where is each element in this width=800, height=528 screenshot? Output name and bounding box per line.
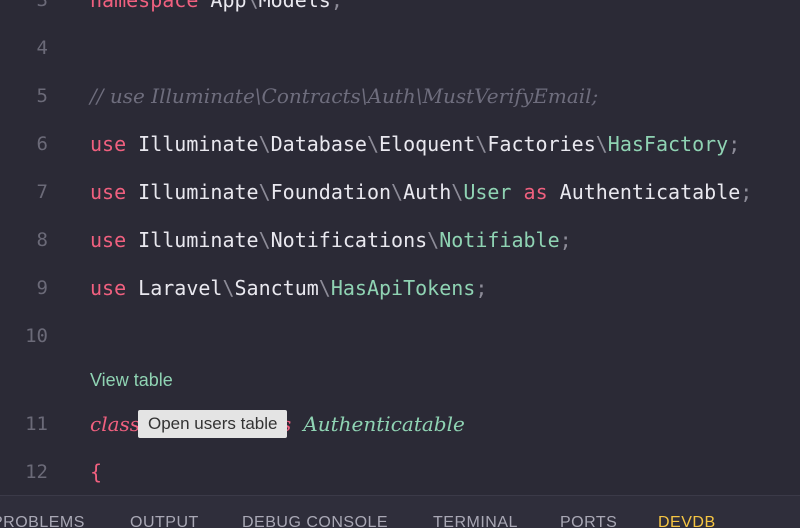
code-token: \ xyxy=(475,132,488,156)
panel-tab-devdb[interactable]: DEVDB xyxy=(658,513,716,528)
code-token: \ xyxy=(258,132,271,156)
panel-tab-bar: PROBLEMS OUTPUT DEBUG CONSOLE TERMINAL PORTS… xyxy=(0,495,800,528)
code-token: use xyxy=(90,132,127,156)
code-token: Foundation xyxy=(270,180,392,204)
code-token: HasFactory xyxy=(607,132,729,156)
code-line[interactable]: 4 xyxy=(0,24,800,72)
panel-tab-debug-console[interactable]: DEBUG CONSOLE xyxy=(242,513,388,528)
code-editor[interactable]: 3 namespace App\Models; 4 5// use Illuminat… xyxy=(0,0,800,495)
code-line[interactable]: 7 use Illuminate\Foundation\Auth\User as … xyxy=(0,168,800,216)
code-token: ; xyxy=(559,228,572,252)
code-token: \ xyxy=(222,276,235,300)
line-code[interactable]: namespace App\Models; xyxy=(90,0,343,24)
line-number: 10 xyxy=(25,325,48,347)
panel-tab-output[interactable]: OUTPUT xyxy=(130,513,199,528)
code-token: Auth xyxy=(403,180,452,204)
code-token: \ xyxy=(391,180,404,204)
line-number: 5 xyxy=(36,85,48,107)
panel-tab-problems[interactable]: PROBLEMS xyxy=(0,513,85,528)
panel-tab-terminal[interactable]: TERMINAL xyxy=(433,513,518,528)
code-line[interactable]: 5 // use Illuminate\Contracts\Auth\MustVe… xyxy=(0,72,800,120)
code-token: Models xyxy=(258,0,331,12)
code-token: { xyxy=(90,460,103,484)
code-token: Illuminate xyxy=(126,228,259,252)
code-token: ; xyxy=(475,276,488,300)
code-token: Notifiable xyxy=(439,228,560,252)
line-code[interactable]: // use Illuminate\Contracts\Auth\MustVer… xyxy=(90,72,598,120)
code-token: Laravel xyxy=(126,276,223,300)
line-number: 3 xyxy=(36,0,48,11)
code-token: ; xyxy=(740,180,753,204)
code-token: Illuminate xyxy=(126,180,259,204)
code-token: class xyxy=(90,412,141,436)
code-line[interactable]: 9 use Laravel\Sanctum\HasApiTokens; xyxy=(0,264,800,312)
line-code[interactable]: { xyxy=(90,448,102,495)
code-token: \ xyxy=(451,180,464,204)
code-line[interactable]: 3 namespace App\Models; xyxy=(0,0,800,24)
code-token: Illuminate xyxy=(126,132,259,156)
tooltip: Open users table xyxy=(138,410,288,438)
code-token: \ xyxy=(366,132,379,156)
code-token: use xyxy=(90,228,127,252)
code-line[interactable]: 10 xyxy=(0,312,800,360)
line-number: 6 xyxy=(36,133,48,155)
code-token: Database xyxy=(270,132,367,156)
code-token: \ xyxy=(258,180,271,204)
code-token: \ xyxy=(258,228,271,252)
code-token: Eloquent xyxy=(379,132,476,156)
code-token: \ xyxy=(427,228,440,252)
code-token: HasApiTokens xyxy=(330,276,476,300)
code-token: Notifications xyxy=(270,228,428,252)
code-line[interactable]: 11class User extends Authenticatable xyxy=(0,400,800,448)
code-line[interactable]: 6 use Illuminate\Database\Eloquent\Factor… xyxy=(0,120,800,168)
code-token: Authenticatable xyxy=(303,412,465,436)
line-number: 7 xyxy=(36,181,48,203)
code-token: ; xyxy=(728,132,741,156)
code-token: User xyxy=(463,180,512,204)
code-token: use xyxy=(90,276,127,300)
line-number: 9 xyxy=(36,277,48,299)
code-token: \ xyxy=(246,0,259,12)
line-code[interactable]: use Laravel\Sanctum\HasApiTokens; xyxy=(90,264,487,312)
code-line[interactable]: 12 { xyxy=(0,448,800,495)
code-token: \ xyxy=(595,132,608,156)
line-number: 12 xyxy=(25,461,48,483)
line-number: 4 xyxy=(36,37,48,59)
code-token: ; xyxy=(330,0,343,12)
view-table-codelens[interactable]: View table xyxy=(90,366,173,394)
code-token: \ xyxy=(318,276,331,300)
line-code[interactable]: use Illuminate\Database\Eloquent\Factori… xyxy=(90,120,740,168)
line-number: 8 xyxy=(36,229,48,251)
line-code[interactable]: use Illuminate\Foundation\Auth\User as A… xyxy=(90,168,752,216)
code-token: namespace xyxy=(90,0,199,12)
code-line[interactable]: 8 use Illuminate\Notifications\Notifiable… xyxy=(0,216,800,264)
line-number: 11 xyxy=(25,413,48,435)
code-token: Sanctum xyxy=(234,276,319,300)
code-token: Factories xyxy=(487,132,596,156)
panel-tab-ports[interactable]: PORTS xyxy=(560,513,617,528)
code-token: App xyxy=(210,0,247,12)
code-token: // use Illuminate\Contracts\Auth\MustVer… xyxy=(90,84,599,108)
line-code[interactable]: use Illuminate\Notifications\Notifiable; xyxy=(90,216,572,264)
code-token: use xyxy=(90,180,127,204)
code-token: as xyxy=(523,180,548,204)
code-token: Authenticatable xyxy=(547,180,741,204)
